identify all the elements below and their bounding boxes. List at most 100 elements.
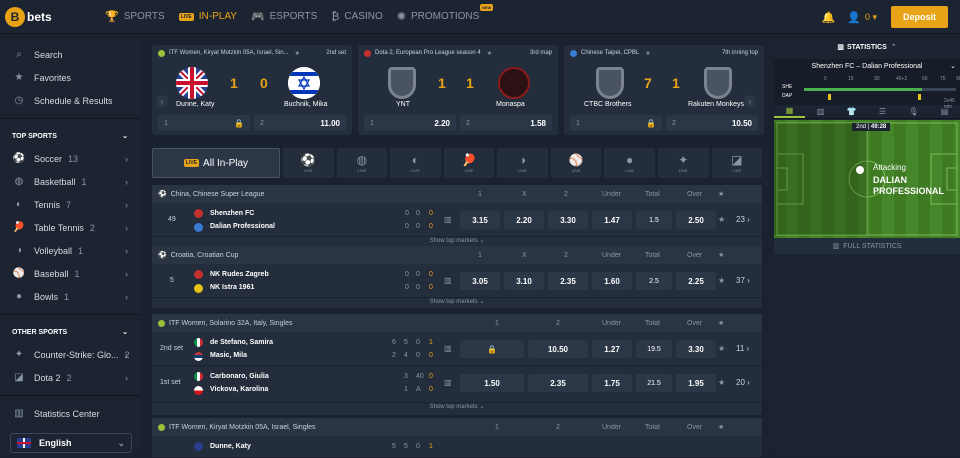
carousel-next-button[interactable]: › — [744, 95, 756, 107]
event-row[interactable]: 1st set Carbonaro, Giulia Vickova, Karol… — [152, 366, 762, 403]
featured-card[interactable]: Chinese Taipei, CPBL ★ 7th inning top 7 1 … — [564, 45, 764, 135]
featured-card[interactable]: Dota 2, European Pro League season 4 ★ 3rd… — [358, 45, 558, 135]
odds-button[interactable]: 3.10 — [504, 272, 544, 290]
nav-sports[interactable]: 🏆 SPORTS — [105, 10, 165, 23]
star-icon[interactable]: ★ — [718, 251, 724, 259]
sidebar-statistics-center[interactable]: ▥ Statistics Center — [0, 402, 140, 425]
star-icon[interactable]: ★ — [718, 190, 724, 198]
star-icon[interactable]: ★ — [645, 50, 650, 57]
sidebar-item-counter-strike[interactable]: ✦ Counter-Strike: Glo... 2 › — [0, 343, 140, 366]
top-sports-header[interactable]: TOP SPORTS ⌄ — [0, 125, 140, 147]
odds-button[interactable]: 3.15 — [460, 211, 500, 229]
odds-button[interactable]: 3.30 — [676, 340, 716, 358]
live-icon: LIVE — [178, 12, 194, 21]
sidebar-item-basketball[interactable]: ◍ Basketball 1 › — [0, 170, 140, 193]
star-icon[interactable]: ★ — [718, 378, 725, 387]
stats-bar-icon[interactable]: ▥ — [444, 215, 452, 224]
brand-logo[interactable]: B bets — [5, 6, 105, 27]
star-icon[interactable]: ★ — [487, 50, 492, 57]
odds-button[interactable]: 1 🔒 — [570, 115, 662, 131]
odds-button[interactable]: 2.20 — [504, 211, 544, 229]
odds-button[interactable]: 2 1.58 — [460, 115, 552, 131]
sidebar-item-volleyball[interactable]: ◑ Volleyball 1 › — [0, 239, 140, 262]
balance[interactable]: 0 ▾ — [865, 12, 877, 23]
nav-in-play[interactable]: LIVE IN-PLAY — [178, 11, 237, 22]
odds-button[interactable]: 1.95 — [676, 374, 716, 392]
stats-bar-icon[interactable]: ▥ — [444, 276, 452, 285]
filter-soccer[interactable]: ⚽ LIVE — [283, 148, 334, 178]
event-row[interactable]: 5 NK Rudes Zagreb NK Istra 1961 0 0 0 0 … — [152, 264, 762, 298]
sidebar-item-bowls[interactable]: ● Bowls 1 › — [0, 285, 140, 308]
tab-lineups[interactable]: 👕 — [836, 105, 867, 118]
tab-stats[interactable]: ▥ — [805, 105, 836, 118]
sidebar-item-soccer[interactable]: ⚽ Soccer 13 › — [0, 147, 140, 170]
filter-volleyball[interactable]: ◑ LIVE — [497, 148, 548, 178]
tab-commentary[interactable]: ☰ — [867, 105, 898, 118]
event-row[interactable]: Dunne, Katy 5 5 0 1 — [152, 436, 762, 458]
odds-button[interactable]: 2 10.50 — [666, 115, 758, 131]
star-icon[interactable]: ★ — [718, 215, 725, 224]
odds-button[interactable]: 1.27 — [592, 340, 632, 358]
sidebar-item-table-tennis[interactable]: 🏓 Table Tennis 2 › — [0, 216, 140, 239]
sidebar-item-dota2[interactable]: ◪ Dota 2 2 › — [0, 366, 140, 389]
odds-button[interactable]: 3.05 — [460, 272, 500, 290]
nav-esports[interactable]: 🎮 ESPORTS — [251, 10, 317, 23]
odds-button[interactable]: 2 11.00 — [254, 115, 346, 131]
odds-button[interactable]: 2.35 — [548, 272, 588, 290]
event-row[interactable]: 49 Shenzhen FC Dalian Professional 0 0 0… — [152, 203, 762, 237]
filter-baseball[interactable]: ⚾ LIVE — [550, 148, 602, 178]
bell-icon[interactable]: 🔔 — [822, 11, 836, 24]
filter-table-tennis[interactable]: 🏓 LIVE — [443, 148, 495, 178]
stats-bar-icon[interactable]: ▥ — [444, 378, 452, 387]
more-markets-button[interactable]: 11 › — [736, 344, 749, 353]
more-markets-button[interactable]: 20 › — [736, 378, 750, 387]
odds-button[interactable]: 10.50 — [528, 340, 588, 358]
odds-button[interactable]: 1 🔒 — [158, 115, 250, 131]
more-markets-button[interactable]: 23 › — [736, 215, 750, 224]
odds-button[interactable]: 2.25 — [676, 272, 716, 290]
filter-basketball[interactable]: ◍ LIVE — [336, 148, 388, 178]
stats-bar-icon[interactable]: ▥ — [444, 344, 452, 353]
star-icon[interactable]: ★ — [718, 344, 725, 353]
more-markets-button[interactable]: 37 › — [736, 276, 750, 285]
sidebar-search[interactable]: ⌕ Search — [0, 43, 140, 66]
all-in-play-tab[interactable]: LIVE All In-Play — [152, 148, 280, 178]
full-statistics-button[interactable]: ▥ FULL STATISTICS — [774, 238, 960, 254]
other-sports-header[interactable]: OTHER SPORTS ⌄ — [0, 321, 140, 343]
star-icon[interactable]: ★ — [718, 423, 724, 431]
odds-button[interactable]: 3.30 — [548, 211, 588, 229]
user-icon[interactable]: 👤 — [847, 11, 861, 24]
nav-casino[interactable]: ₿ CASINO — [331, 11, 383, 23]
filter-bowls[interactable]: ● LIVE — [604, 148, 655, 178]
star-icon[interactable]: ★ — [718, 276, 725, 285]
odds-button[interactable]: 1.75 — [592, 374, 632, 392]
featured-card[interactable]: ITF Women, Kiryat Motzkin 05A, Israel, S… — [152, 45, 352, 135]
show-top-markets[interactable]: Show top markets ⌄ — [152, 403, 762, 413]
star-icon[interactable]: ★ — [295, 50, 300, 57]
odds-button[interactable]: 2.50 — [676, 211, 716, 229]
sidebar-schedule[interactable]: ◷ Schedule & Results — [0, 89, 140, 112]
score-cell: 0 — [416, 339, 420, 346]
odds-button[interactable]: 1 2.20 — [364, 115, 456, 131]
star-icon[interactable]: ★ — [718, 319, 724, 327]
statistics-header[interactable]: ▥ STATISTICS ⌃ — [774, 35, 960, 59]
sidebar-favorites[interactable]: ★ Favorites — [0, 66, 140, 89]
sidebar-item-baseball[interactable]: ⚾ Baseball 1 › — [0, 262, 140, 285]
tab-pitch[interactable]: ▦ — [774, 105, 805, 118]
carousel-prev-button[interactable]: ‹ — [156, 95, 168, 107]
filter-counter-strike[interactable]: ✦ LIVE — [657, 148, 709, 178]
odds-button[interactable]: 1.50 — [460, 374, 524, 392]
show-top-markets[interactable]: Show top markets ⌄ — [152, 298, 762, 308]
odds-button[interactable]: 1.47 — [592, 211, 632, 229]
odds-button[interactable]: 2.35 — [528, 374, 588, 392]
sidebar-item-tennis[interactable]: ◐ Tennis 7 › — [0, 193, 140, 216]
nav-promotions[interactable]: ✺ PROMOTIONS NEW — [397, 4, 494, 23]
home-team: Shenzhen FC — [210, 210, 255, 217]
event-row[interactable]: 2nd set de Stefano, Samira Masic, Mila 6… — [152, 332, 762, 366]
odds-button[interactable]: 1.60 — [592, 272, 632, 290]
filter-dota2[interactable]: ◪ LIVE — [711, 148, 763, 178]
tab-audio[interactable]: 🎙 — [898, 105, 929, 118]
deposit-button[interactable]: Deposit — [890, 6, 948, 28]
filter-tennis[interactable]: ◐ LIVE — [390, 148, 441, 178]
language-select[interactable]: English ⌄ — [10, 433, 132, 453]
